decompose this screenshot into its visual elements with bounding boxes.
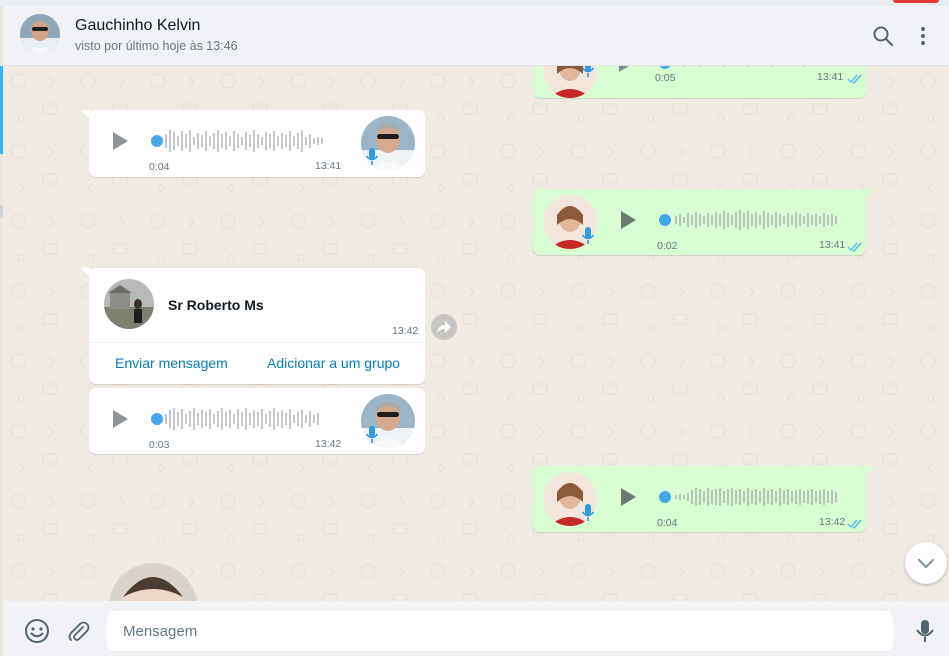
send-message-link[interactable]: Enviar mensagem — [115, 355, 228, 371]
voice-duration: 0:05 — [655, 72, 676, 84]
read-receipt-icon — [847, 242, 862, 252]
microphone-badge-icon — [365, 426, 379, 443]
microphone-badge-icon — [581, 504, 595, 521]
message-time: 13:42 — [819, 516, 846, 528]
voice-waveform[interactable] — [659, 484, 849, 510]
shared-contact-name[interactable]: Sr Roberto Ms — [168, 297, 264, 313]
voice-duration: 0:04 — [657, 517, 678, 529]
play-icon[interactable] — [615, 66, 637, 74]
bubble-tail — [865, 189, 874, 198]
voice-duration: 0:04 — [149, 161, 170, 173]
voice-message-outgoing[interactable]: 0:04 13:42 — [533, 466, 874, 532]
menu-dots-icon[interactable] — [911, 24, 935, 48]
chat-header: Gauchinho Kelvin visto por último hoje à… — [3, 6, 949, 66]
contact-card-message[interactable]: Sr Roberto Ms 13:42 Enviar mensagem Adic… — [81, 268, 425, 384]
search-icon[interactable] — [871, 24, 895, 48]
message-time: 13:41 — [819, 239, 846, 251]
scroll-down-button[interactable] — [905, 542, 947, 584]
voice-message-incoming[interactable]: 0:03 13:42 — [89, 388, 425, 454]
voice-waveform[interactable] — [151, 406, 337, 432]
message-time: 13:42 — [392, 325, 419, 337]
bubble-tail — [865, 466, 874, 475]
voice-message-incoming[interactable]: 0:04 13:41 — [81, 110, 425, 177]
read-receipt-icon — [847, 519, 862, 529]
message-list[interactable]: 0:05 13:41 0:04 13:41 0:02 13:41 Sr Robe… — [3, 66, 949, 601]
voice-message-outgoing[interactable]: 0:05 13:41 — [533, 66, 866, 98]
voice-message-outgoing[interactable]: 0:02 13:41 — [533, 189, 874, 255]
composer-bar — [3, 601, 949, 656]
message-time: 13:41 — [315, 160, 342, 172]
message-time: 13:41 — [817, 71, 844, 83]
voice-waveform[interactable] — [659, 207, 849, 233]
play-icon[interactable] — [109, 130, 131, 152]
microphone-icon[interactable] — [912, 618, 938, 644]
microphone-badge-icon — [581, 66, 595, 77]
emoji-icon[interactable] — [24, 618, 50, 644]
window-close-hint — [893, 0, 939, 3]
play-icon[interactable] — [617, 209, 639, 231]
voice-waveform[interactable] — [151, 128, 337, 154]
message-input[interactable] — [107, 611, 893, 651]
shared-contact-avatar[interactable] — [104, 279, 154, 329]
play-icon[interactable] — [617, 486, 639, 508]
play-icon[interactable] — [109, 408, 131, 430]
microphone-badge-icon — [581, 227, 595, 244]
voice-duration: 0:02 — [657, 240, 678, 252]
contact-name[interactable]: Gauchinho Kelvin — [75, 17, 200, 35]
last-seen-status: visto por último hoje às 13:46 — [75, 39, 238, 53]
voice-duration: 0:03 — [149, 439, 170, 451]
attach-icon[interactable] — [65, 618, 91, 644]
bubble-tail — [81, 268, 90, 277]
chevron-down-icon — [917, 558, 935, 569]
card-divider — [89, 342, 425, 343]
message-time: 13:42 — [315, 438, 342, 450]
bubble-tail — [81, 110, 90, 119]
add-to-group-link[interactable]: Adicionar a um grupo — [267, 355, 400, 371]
forward-icon[interactable] — [431, 314, 457, 340]
read-receipt-icon — [847, 74, 862, 84]
microphone-badge-icon — [365, 148, 379, 165]
contact-avatar[interactable] — [20, 14, 60, 54]
